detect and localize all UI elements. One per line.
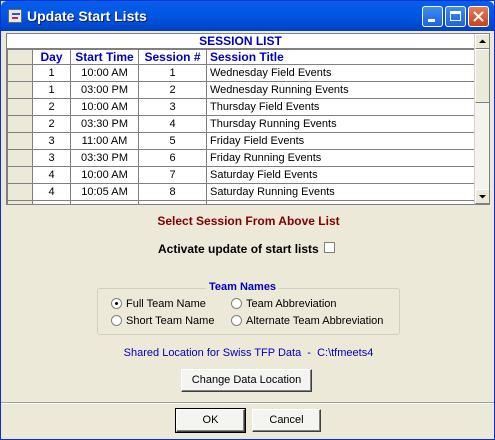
cell-day[interactable]: 4 — [32, 183, 71, 201]
shared-location-text: Shared Location for Swiss TFP Data - C:\… — [123, 347, 374, 359]
row-selector[interactable] — [7, 183, 33, 201]
update-start-lists-window: Update Start Lists SESSION LIST Day Star… — [0, 0, 495, 440]
radio-label-alternate-team-abbreviation[interactable]: Alternate Team Abbreviation — [246, 315, 383, 327]
scroll-down-button[interactable] — [475, 189, 489, 204]
cell-day[interactable]: 3 — [32, 132, 71, 150]
column-header-start-time[interactable]: Start Time — [70, 49, 139, 65]
session-list-grid[interactable]: SESSION LIST Day Start Time Session # Se… — [6, 33, 490, 205]
scroll-up-button[interactable] — [475, 34, 489, 49]
cell-day[interactable]: 1 — [32, 64, 71, 82]
change-data-location-button[interactable]: Change Data Location — [181, 369, 312, 392]
cell-session-title[interactable]: Saturday Running Events — [206, 183, 475, 201]
title-bar[interactable]: Update Start Lists — [1, 1, 494, 31]
cell-day[interactable]: 4 — [32, 166, 71, 184]
radio-label-team-abbreviation[interactable]: Team Abbreviation — [246, 298, 337, 310]
cell-day[interactable]: 2 — [32, 98, 71, 116]
radio-label-full-team-name[interactable]: Full Team Name — [126, 298, 206, 310]
cell-session[interactable]: 1 — [138, 64, 207, 82]
cell-session-title[interactable]: Wednesday Field Events — [206, 64, 475, 82]
activate-checkbox[interactable] — [324, 242, 335, 253]
cell-start-time[interactable]: 11:00 AM — [70, 132, 139, 150]
maximize-icon — [450, 11, 461, 21]
close-icon — [473, 11, 484, 22]
table-row[interactable]: 2 10:00 AM 3 Thursday Field Events — [7, 98, 475, 116]
row-selector[interactable] — [7, 132, 33, 150]
cell-start-time[interactable]: 03:30 PM — [70, 115, 139, 133]
scroll-thumb[interactable] — [475, 49, 489, 103]
column-header-day[interactable]: Day — [32, 49, 71, 65]
cell-start-time[interactable]: 10:00 AM — [70, 98, 139, 116]
scroll-down-icon — [479, 195, 486, 199]
cell-session-title[interactable]: Friday Running Events — [206, 149, 475, 167]
cell-session-title[interactable]: Thursday Running Events — [206, 115, 475, 133]
cell-empty[interactable] — [138, 200, 207, 204]
column-header-session[interactable]: Session # — [138, 49, 207, 65]
row-selector[interactable] — [7, 98, 33, 116]
cell-session[interactable]: 8 — [138, 183, 207, 201]
row-selector[interactable] — [7, 64, 33, 82]
cell-session-title[interactable]: Friday Field Events — [206, 132, 475, 150]
cell-day[interactable]: 3 — [32, 149, 71, 167]
table-row-empty[interactable] — [7, 200, 475, 204]
radio-full-team-name[interactable] — [111, 298, 122, 309]
vertical-scrollbar[interactable] — [474, 34, 489, 204]
row-selector[interactable] — [7, 149, 33, 167]
cell-start-time[interactable]: 03:00 PM — [70, 81, 139, 99]
row-selector[interactable] — [7, 81, 33, 99]
cell-session-title[interactable]: Wednesday Running Events — [206, 81, 475, 99]
cell-session[interactable]: 3 — [138, 98, 207, 116]
activate-label: Activate update of start lists — [158, 242, 319, 256]
radio-label-short-team-name[interactable]: Short Team Name — [126, 315, 214, 327]
cell-session[interactable]: 4 — [138, 115, 207, 133]
team-names-group — [97, 288, 400, 335]
app-icon — [8, 9, 22, 23]
table-row[interactable]: 1 03:00 PM 2 Wednesday Running Events — [7, 81, 475, 99]
cell-start-time[interactable]: 03:30 PM — [70, 149, 139, 167]
radio-short-team-name[interactable] — [111, 315, 122, 326]
table-row[interactable]: 2 03:30 PM 4 Thursday Running Events — [7, 115, 475, 133]
cell-session-title[interactable]: Saturday Field Events — [206, 166, 475, 184]
session-table: Day Start Time Session # Session Title 1… — [7, 49, 475, 204]
divider — [1, 402, 494, 404]
grid-title: SESSION LIST — [7, 34, 474, 49]
cell-day[interactable]: 2 — [32, 115, 71, 133]
cell-session[interactable]: 2 — [138, 81, 207, 99]
radio-team-abbreviation[interactable] — [231, 298, 242, 309]
minimize-icon — [428, 19, 435, 22]
ok-button[interactable]: OK — [175, 408, 246, 433]
minimize-button[interactable] — [422, 6, 443, 27]
cell-session[interactable]: 6 — [138, 149, 207, 167]
table-row[interactable]: 1 10:00 AM 1 Wednesday Field Events — [7, 64, 475, 82]
radio-alternate-team-abbreviation[interactable] — [231, 315, 242, 326]
maximize-button[interactable] — [445, 6, 466, 27]
window-title: Update Start Lists — [27, 8, 147, 24]
cell-session-title[interactable]: Thursday Field Events — [206, 98, 475, 116]
cell-empty[interactable] — [32, 200, 71, 204]
table-row[interactable]: 4 10:05 AM 8 Saturday Running Events — [7, 183, 475, 201]
select-session-prompt: Select Session From Above List — [157, 214, 340, 228]
cell-session[interactable]: 7 — [138, 166, 207, 184]
row-selector-header — [7, 49, 33, 65]
cell-empty[interactable] — [206, 200, 475, 204]
cancel-button[interactable]: Cancel — [252, 409, 321, 432]
scroll-up-icon — [479, 39, 486, 43]
close-button[interactable] — [468, 6, 489, 27]
cell-start-time[interactable]: 10:05 AM — [70, 183, 139, 201]
cell-empty[interactable] — [70, 200, 139, 204]
table-row[interactable]: 3 11:00 AM 5 Friday Field Events — [7, 132, 475, 150]
cell-start-time[interactable]: 10:00 AM — [70, 166, 139, 184]
row-selector[interactable] — [7, 166, 33, 184]
cell-day[interactable]: 1 — [32, 81, 71, 99]
cell-start-time[interactable]: 10:00 AM — [70, 64, 139, 82]
row-selector[interactable] — [7, 200, 33, 204]
table-row[interactable]: 3 03:30 PM 6 Friday Running Events — [7, 149, 475, 167]
cell-session[interactable]: 5 — [138, 132, 207, 150]
column-header-session-title[interactable]: Session Title — [206, 49, 475, 65]
table-row[interactable]: 4 10:00 AM 7 Saturday Field Events — [7, 166, 475, 184]
row-selector[interactable] — [7, 115, 33, 133]
team-names-label: Team Names — [206, 281, 280, 293]
